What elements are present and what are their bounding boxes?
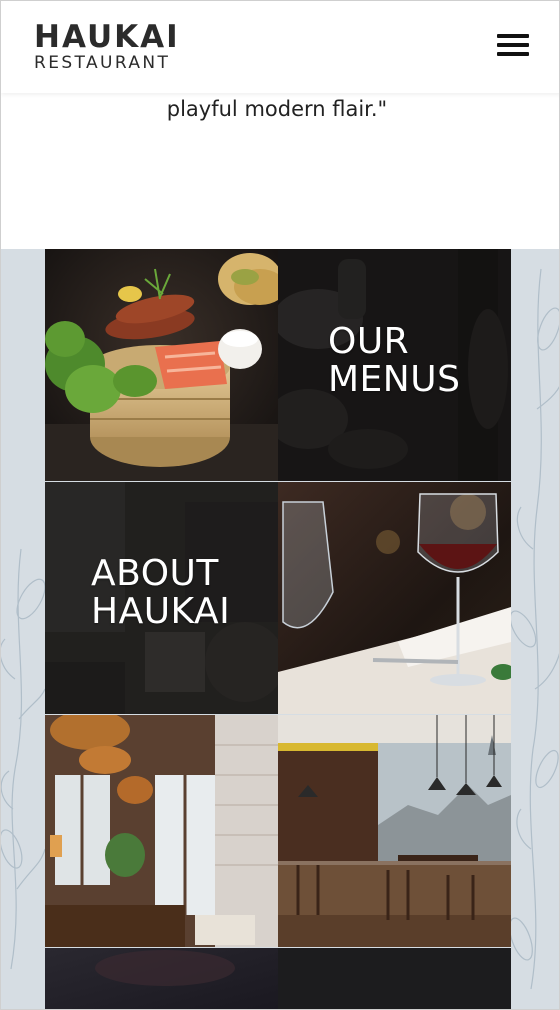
quote-text: playful modern flair." [166, 97, 388, 121]
about-haukai-label-line2: HAUKAI [91, 591, 231, 632]
logo-sub-text: RESTAURANT [34, 53, 171, 73]
our-menus-tile[interactable]: OUR MENUS [278, 249, 511, 481]
cafe-interior-image [278, 715, 511, 947]
site-header: HAUKAI RESTAURANT [1, 1, 559, 93]
about-haukai-label-line1: ABOUT [91, 553, 219, 594]
bottom-right-image [278, 948, 511, 1009]
quote-section: playful modern flair." [1, 93, 559, 249]
feature-grid-section: OUR MENUS ABOUT HAUKAI [1, 249, 559, 1009]
wine-photo-tile[interactable] [278, 482, 511, 714]
logo-main-text: HAUKAI [34, 19, 180, 55]
bottom-left-image [45, 948, 278, 1009]
logo[interactable]: HAUKAI RESTAURANT [34, 21, 180, 73]
about-haukai-tile[interactable]: ABOUT HAUKAI [45, 482, 278, 714]
wine-glass-image [278, 482, 511, 714]
bottom-tile-left[interactable] [45, 948, 278, 1009]
interior-photo-tile[interactable] [45, 715, 278, 947]
bottom-tile-right[interactable] [278, 948, 511, 1009]
restaurant-window-image [45, 715, 278, 947]
menu-bar [497, 43, 529, 47]
food-photo-tile[interactable] [45, 249, 278, 481]
about-haukai-label: ABOUT HAUKAI [91, 555, 230, 631]
food-dish-image [45, 249, 278, 481]
our-menus-label-line2: MENUS [328, 359, 461, 400]
menu-bar [497, 52, 529, 56]
our-menus-label-line1: OUR [328, 321, 410, 362]
our-menus-label: OUR MENUS [328, 323, 460, 399]
cafe-photo-tile[interactable] [278, 715, 511, 947]
page-frame: HAUKAI RESTAURANT playful modern flair." [0, 0, 560, 1010]
hamburger-menu-icon[interactable] [497, 34, 529, 60]
menu-bar [497, 34, 529, 38]
